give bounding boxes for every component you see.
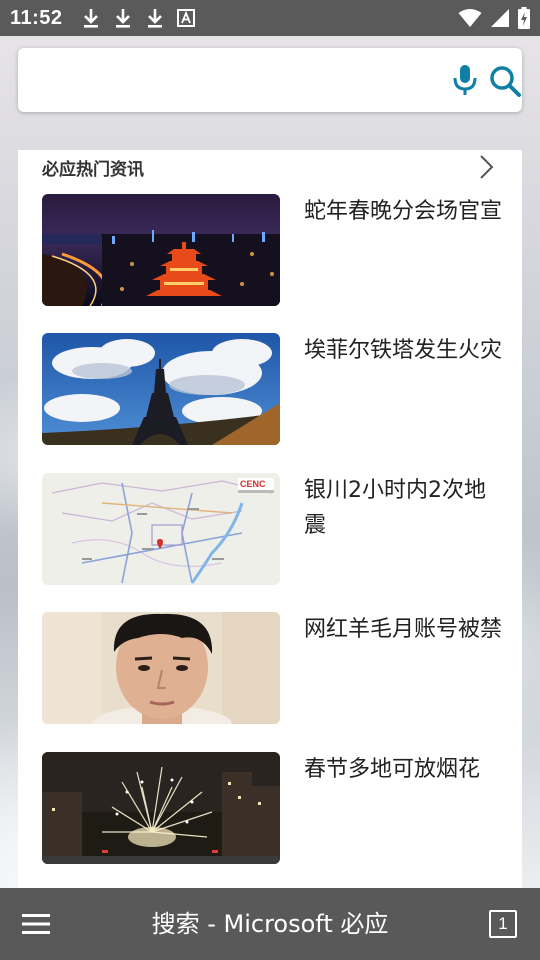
status-time: 11:52 [10,6,63,29]
news-item[interactable]: 网红羊毛月账号被禁 [42,612,502,724]
hot-news-card: 必应热门资讯 蛇年春晚分会场官宣 埃菲尔铁塔发生火灾 CENC 银川2小时内2次… [18,150,522,888]
search-box [18,48,522,112]
news-header[interactable]: 必应热门资讯 [42,152,498,182]
download-icon [115,9,130,28]
news-thumbnail [42,333,280,445]
hamburger-menu-icon [22,914,50,934]
download-icon [83,9,98,28]
svg-text:CENC: CENC [240,479,266,489]
notification-icons [81,7,195,29]
news-thumbnail [42,612,280,724]
search-icon [490,66,521,97]
signal-icon [491,9,509,27]
search-button[interactable] [488,64,522,98]
news-item[interactable]: 蛇年春晚分会场官宣 [42,194,502,306]
microphone-icon [453,65,477,95]
menu-button[interactable] [20,910,52,938]
bottom-bar: 搜索 - Microsoft 必应 1 [0,888,540,960]
news-section-title: 必应热门资讯 [42,159,144,180]
page-title: 搜索 - Microsoft 必应 [151,910,389,938]
news-item-title: 埃菲尔铁塔发生火灾 [304,338,503,363]
download-icon [147,9,162,28]
status-bar: 11:52 [0,0,540,36]
news-item[interactable]: 埃菲尔铁塔发生火灾 [42,333,502,445]
news-item-title: 网红羊毛月账号被禁 [304,617,503,642]
news-item[interactable]: 春节多地可放烟花 [42,752,502,864]
battery-charging-icon [518,7,530,29]
news-item-title: 蛇年春晚分会场官宣 [304,199,503,224]
system-icons [458,7,530,29]
wifi-icon [458,9,482,27]
news-thumbnail [42,194,280,306]
chevron-right-icon[interactable] [474,153,498,181]
news-thumbnail: CENC [42,473,280,585]
news-thumbnail [42,752,280,864]
tab-count-button[interactable]: 1 [489,910,517,938]
search-input[interactable] [32,60,422,100]
news-item[interactable]: CENC 银川2小时内2次地震 [42,473,502,585]
voice-search-button[interactable] [450,63,480,97]
news-item-title: 银川2小时内2次地震 [304,478,486,538]
news-item-title: 春节多地可放烟花 [304,757,481,782]
text-a-icon [176,9,195,27]
